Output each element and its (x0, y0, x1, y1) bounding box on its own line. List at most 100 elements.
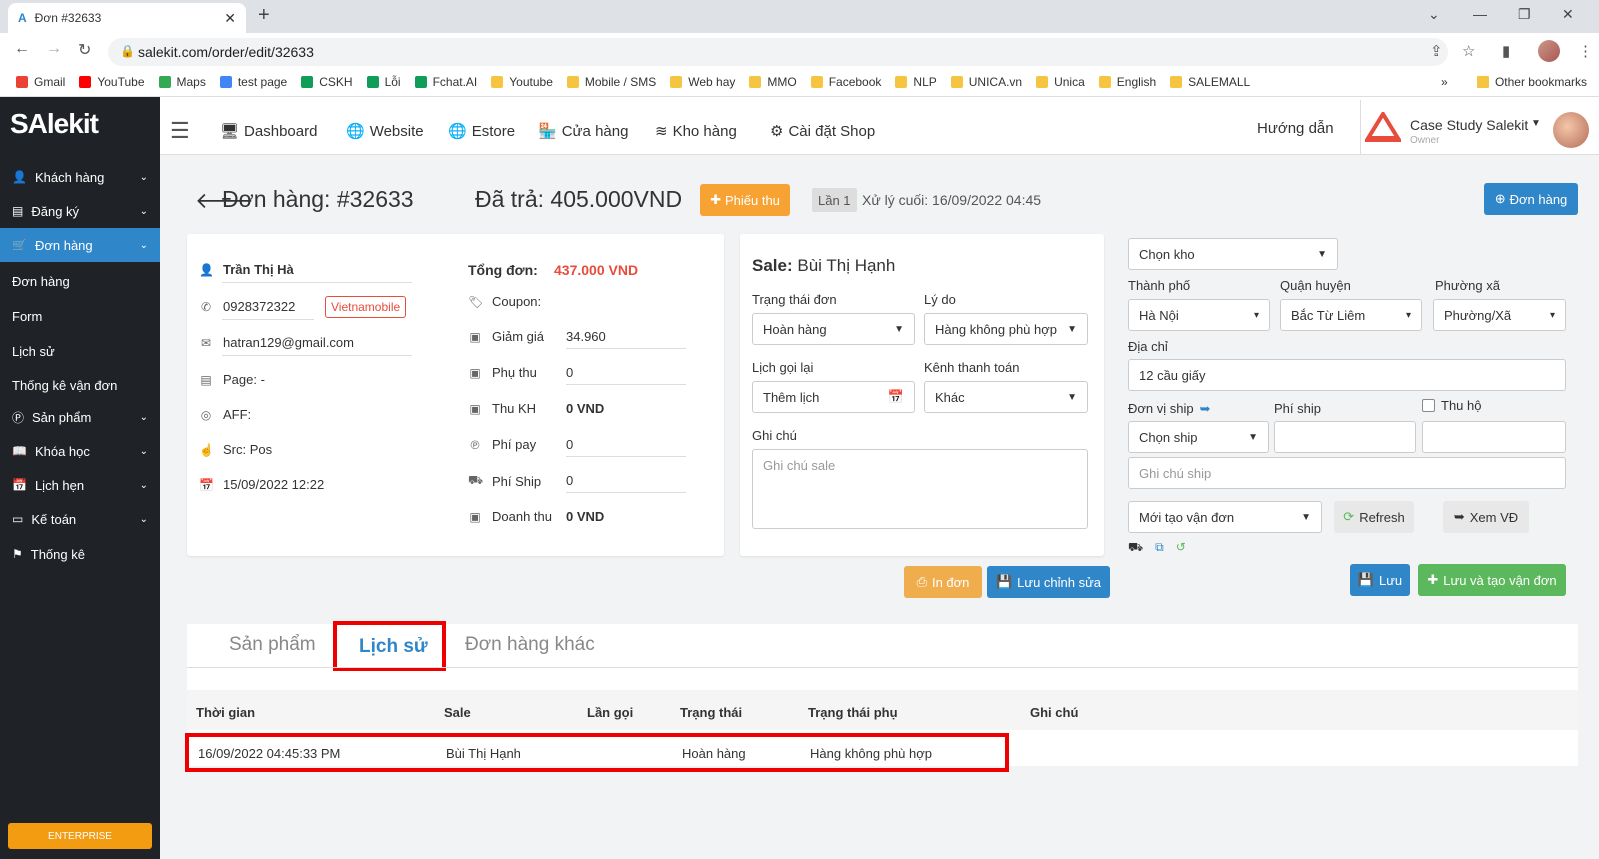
sidebar-item[interactable]: 📅 Lịch hẹn ⌄ (0, 468, 160, 502)
status-select[interactable]: Hoàn hàng ▼ (752, 313, 915, 345)
sidebar-subitem[interactable]: Thống kê vận đơn (12, 378, 117, 393)
view-waybill-button[interactable]: ➥ Xem VĐ (1443, 501, 1529, 533)
chevron-down-icon[interactable]: ▼ (1531, 118, 1541, 129)
truck-icon[interactable]: ⛟ (1128, 540, 1143, 556)
enterprise-badge[interactable]: ENTERPRISE (8, 823, 152, 849)
shipfee-input[interactable]: 0 (566, 473, 573, 488)
payment-select[interactable]: Khác ▼ (924, 381, 1088, 413)
sidebar-subitem[interactable]: Đơn hàng (12, 274, 70, 289)
surcharge-input[interactable]: 0 (566, 365, 573, 380)
callback-input[interactable]: Thêm lịch 📅 (752, 381, 915, 413)
profile-avatar[interactable] (1538, 40, 1560, 62)
sidebar-subitem[interactable]: Lịch sử (12, 344, 55, 359)
bookmark-item[interactable]: Unica (1036, 75, 1085, 89)
salekit-logo[interactable]: SAlekit (10, 108, 99, 140)
close-tab-icon[interactable]: ✕ (224, 10, 236, 27)
ward-select[interactable]: Phường/Xã ▾ (1433, 299, 1566, 331)
sidebar-item[interactable]: Ⓟ Sản phẩm ⌄ (0, 400, 160, 434)
tab-other-orders[interactable]: Đơn hàng khác (465, 634, 595, 656)
history-icon[interactable]: ↺ (1176, 540, 1186, 556)
bookmark-item[interactable]: NLP (895, 75, 937, 89)
ship-note-input[interactable]: Ghi chú ship (1128, 457, 1566, 489)
back-icon[interactable]: ← (14, 40, 30, 58)
close-window-icon[interactable]: ✕ (1562, 6, 1574, 23)
sidepanel-icon[interactable]: ▮ (1502, 42, 1510, 60)
external-link-icon[interactable]: ➥ (1200, 401, 1211, 417)
payfee-input[interactable]: 0 (566, 437, 573, 452)
forward-icon[interactable]: → (46, 40, 62, 58)
calendar-icon[interactable]: 📅 (888, 389, 904, 405)
bookmark-item[interactable]: Lỗi (366, 75, 401, 89)
city-select[interactable]: Hà Nội ▾ (1128, 299, 1270, 331)
sidebar-item[interactable]: ▤ Đăng ký ⌄ (0, 194, 160, 228)
cod-checkbox-row[interactable]: Thu hộ (1422, 398, 1481, 413)
customer-phone-row[interactable]: ✆ 0928372322 (199, 299, 295, 314)
refresh-button[interactable]: ⟳ Refresh (1334, 501, 1414, 533)
bookmark-item[interactable]: Gmail (16, 75, 65, 89)
sidebar-item[interactable]: 📖 Khóa học ⌄ (0, 434, 160, 468)
star-icon[interactable]: ☆ (1462, 42, 1475, 60)
tab-products[interactable]: Sản phẩm (229, 634, 316, 656)
reason-select[interactable]: Hàng không phù hợp ▼ (924, 313, 1088, 345)
reload-icon[interactable]: ↻ (78, 40, 91, 60)
carrier-select[interactable]: Chọn ship ▼ (1128, 421, 1269, 453)
cod-checkbox[interactable] (1422, 399, 1435, 412)
lock-icon[interactable]: 🔒 (120, 44, 135, 58)
address-input[interactable]: 12 cầu giấy (1128, 359, 1566, 391)
bookmark-item[interactable]: Fchat.AI (414, 75, 477, 89)
save-create-waybill-button[interactable]: ✚ Lưu và tạo vận đơn (1418, 564, 1566, 596)
restore-icon[interactable]: ❐ (1518, 6, 1531, 23)
other-bookmarks[interactable]: Other bookmarks (1476, 75, 1587, 89)
bookmark-item[interactable]: Youtube (491, 75, 553, 89)
customer-email-row[interactable]: ✉ hatran129@gmail.com (199, 335, 354, 350)
new-order-button[interactable]: ⊕ Đơn hàng (1484, 183, 1578, 215)
hamburger-menu-icon[interactable]: ☰ (170, 118, 190, 144)
shop-name[interactable]: Case Study Salekit (1410, 117, 1528, 133)
copy-icon[interactable]: ⧉ (1155, 540, 1164, 556)
url-bar[interactable]: salekit.com/order/edit/32633 (108, 38, 1448, 66)
bookmark-item[interactable]: MMO (749, 75, 797, 89)
sale-note-textarea[interactable]: Ghi chú sale (752, 449, 1088, 529)
bookmark-item[interactable]: Mobile / SMS (566, 75, 656, 89)
district-select[interactable]: Bắc Từ Liêm ▾ (1280, 299, 1422, 331)
share-icon[interactable]: ⇪ (1430, 42, 1443, 60)
help-link[interactable]: Hướng dẫn (1257, 120, 1334, 137)
sidebar-item[interactable]: 🛒 Đơn hàng ⌄ (0, 228, 160, 262)
bookmark-item[interactable]: English (1098, 75, 1156, 89)
print-button[interactable]: ⎙ In đơn (904, 566, 982, 598)
sidebar-item[interactable]: 👤 Khách hàng ⌄ (0, 160, 160, 194)
bookmark-item[interactable]: Maps (158, 75, 206, 89)
more-bookmarks-icon[interactable]: » (1441, 75, 1448, 89)
bookmark-item[interactable]: Web hay (670, 75, 735, 89)
bookmark-item[interactable]: CSKH (301, 75, 353, 89)
cod-input[interactable] (1422, 421, 1566, 453)
save-button[interactable]: 💾 Lưu (1350, 564, 1410, 596)
shipfee-input-field[interactable] (1274, 421, 1416, 453)
bookmark-item[interactable]: Facebook (810, 75, 881, 89)
warehouse-select[interactable]: Chọn kho ▼ (1128, 238, 1338, 270)
nav-estore[interactable]: 🌐 Estore (448, 122, 515, 141)
minimize-icon[interactable]: — (1473, 6, 1487, 22)
nav-shop-settings[interactable]: ⚙ Cài đặt Shop (770, 122, 875, 141)
bookmark-item[interactable]: UNICA.vn (950, 75, 1022, 89)
bookmark-item[interactable]: SALEMALL (1170, 75, 1250, 89)
tab-search-icon[interactable]: ⌄ (1428, 6, 1440, 23)
bookmark-item[interactable]: YouTube (79, 75, 145, 89)
sidebar-item[interactable]: ▭ Kế toán ⌄ (0, 502, 160, 536)
floppy-icon: 💾 (1357, 572, 1374, 587)
browser-tab[interactable]: A Đơn #32633 ✕ (8, 3, 246, 33)
menu-kebab-icon[interactable]: ⋮ (1578, 42, 1593, 60)
nav-store[interactable]: 🏪 Cửa hàng (538, 122, 628, 141)
nav-website[interactable]: 🌐 Website (346, 122, 424, 141)
sidebar-item[interactable]: ⚑ Thống kê (0, 537, 160, 571)
sidebar-subitem[interactable]: Form (12, 309, 42, 324)
user-avatar[interactable] (1553, 112, 1589, 148)
save-edit-button[interactable]: 💾 Lưu chỉnh sửa (987, 566, 1110, 598)
new-tab-icon[interactable]: + (258, 4, 270, 27)
nav-warehouse[interactable]: ≋ Kho hàng (655, 122, 737, 141)
waybill-status-select[interactable]: Mới tạo vận đơn ▼ (1128, 501, 1322, 533)
nav-dashboard[interactable]: 🖥 Dashboard (220, 122, 317, 141)
receipt-button[interactable]: ✚ Phiếu thu (700, 184, 790, 216)
bookmark-item[interactable]: test page (219, 75, 287, 89)
discount-input[interactable]: 34.960 (566, 329, 606, 344)
